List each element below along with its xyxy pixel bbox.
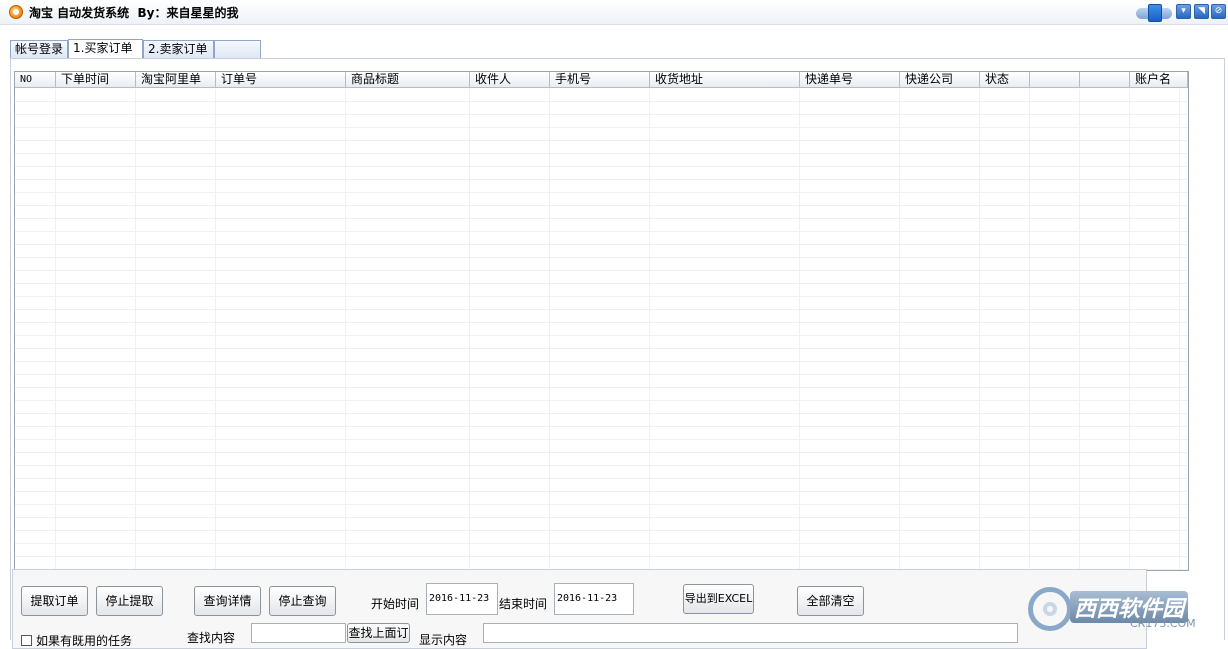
tab-buyer-orders[interactable]: 1.买家订单 (68, 39, 143, 59)
start-time-label: 开始时间 (371, 597, 420, 611)
window-title: 淘宝 自动发货系统 By：来自星星的我 (29, 6, 239, 20)
col-header-taobao-ali[interactable]: 淘宝阿里单 (136, 72, 216, 88)
title-bar: 淘宝 自动发货系统 By：来自星星的我 ▾ ◥ ⊘ (0, 0, 1228, 25)
col-header-order-time[interactable]: 下单时间 (56, 72, 136, 88)
end-time-label: 结束时间 (499, 597, 548, 611)
col-header-account[interactable]: 账户名 (1130, 72, 1188, 88)
query-detail-button[interactable]: 查询详情 (194, 586, 261, 616)
export-excel-button[interactable]: 导出到EXCEL (683, 584, 754, 614)
col-header-recipient[interactable]: 收件人 (470, 72, 550, 88)
end-time-input[interactable]: 2016-11-23 (554, 583, 634, 615)
tab-seller-orders[interactable]: 2.卖家订单 (143, 40, 214, 58)
tab-account-login[interactable]: 帐号登录 (10, 40, 68, 58)
app-logo-icon (9, 5, 23, 19)
orders-grid[interactable]: NO 下单时间 淘宝阿里单 订单号 商品标题 收件人 手机号 收货地址 快递单号… (14, 71, 1189, 571)
search-label: 查找内容 (187, 631, 236, 645)
col-header-phone[interactable]: 手机号 (550, 72, 650, 88)
clear-all-button[interactable]: 全部清空 (797, 586, 864, 616)
col-header-courier[interactable]: 快递公司 (900, 72, 980, 88)
col-header-blank-1[interactable] (1030, 72, 1080, 88)
col-header-blank-2[interactable] (1080, 72, 1130, 88)
watermark-site: CR173.COM (1130, 617, 1196, 630)
close-icon[interactable]: ⊘ (1211, 4, 1226, 19)
fetch-orders-button[interactable]: 提取订单 (21, 586, 88, 616)
stop-fetch-button[interactable]: 停止提取 (96, 586, 163, 616)
col-header-tracking-no[interactable]: 快递单号 (800, 72, 900, 88)
search-orders-button[interactable]: 查找上面订 (347, 623, 410, 643)
col-header-address[interactable]: 收货地址 (650, 72, 800, 88)
col-header-order-no[interactable]: 订单号 (216, 72, 346, 88)
task-checkbox[interactable] (21, 635, 32, 646)
skin-icon[interactable] (1136, 3, 1172, 22)
tab-empty[interactable] (214, 40, 261, 58)
watermark: 西西软件园 CR173.COM (1028, 587, 1210, 633)
grid-header: NO 下单时间 淘宝阿里单 订单号 商品标题 收件人 手机号 收货地址 快递单号… (15, 72, 1188, 89)
minimize-icon[interactable]: ▾ (1176, 4, 1191, 19)
display-content-box[interactable] (483, 623, 1018, 643)
grid-body[interactable] (15, 89, 1188, 570)
stop-query-button[interactable]: 停止查询 (269, 586, 336, 616)
task-checkbox-label: 如果有既用的任务 (36, 634, 133, 648)
maximize-icon[interactable]: ◥ (1194, 4, 1209, 19)
col-header-no[interactable]: NO (15, 72, 56, 88)
start-time-input[interactable]: 2016-11-23 (426, 583, 498, 615)
col-header-product-title[interactable]: 商品标题 (346, 72, 470, 88)
col-header-status[interactable]: 状态 (980, 72, 1030, 88)
watermark-logo-icon (1028, 587, 1072, 631)
search-input[interactable] (251, 623, 346, 643)
